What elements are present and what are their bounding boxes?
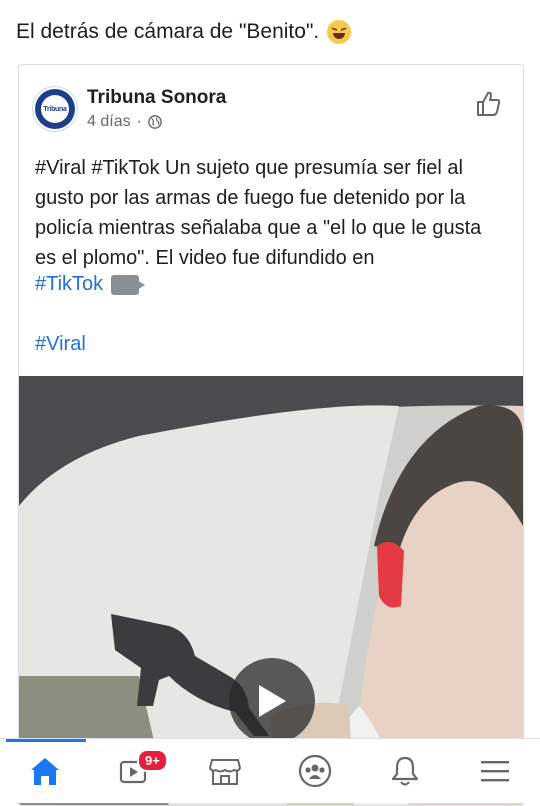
shared-post-card[interactable]: Tribuna Tribuna Sonora 4 días · #Viral #… [18, 64, 524, 806]
nav-video[interactable]: 9+ [105, 739, 168, 803]
bottom-navigation: 9+ [0, 738, 540, 803]
page-name-link[interactable]: Tribuna Sonora [87, 87, 226, 109]
play-icon [259, 685, 286, 717]
viral-tag-line: #Viral [35, 333, 86, 356]
viral-hashtag-link[interactable]: #Viral [35, 333, 86, 356]
like-icon[interactable] [473, 89, 503, 119]
marketplace-icon [208, 759, 242, 785]
post-timestamp[interactable]: 4 días [87, 113, 131, 131]
video-notification-badge: 9+ [137, 749, 168, 772]
menu-icon [481, 761, 509, 782]
nav-groups[interactable] [285, 739, 345, 803]
nav-home[interactable] [15, 739, 75, 803]
nav-marketplace[interactable] [195, 739, 255, 803]
grinning-squinting-face-icon [327, 20, 352, 44]
caption-text: El detrás de cámara de "Benito". [16, 20, 320, 43]
tiktok-hashtag-link[interactable]: #TikTok [35, 273, 103, 296]
meta-separator: · [136, 113, 142, 130]
post-meta: 4 días · [87, 113, 226, 131]
post-body-text: #Viral #TikTok Un sujeto que presumía se… [35, 157, 482, 269]
bell-icon [391, 756, 419, 786]
nav-notifications[interactable] [375, 739, 435, 803]
page-avatar[interactable]: Tribuna [35, 89, 75, 129]
post-header: Tribuna Tribuna Sonora 4 días · [35, 87, 226, 131]
post-author-info: Tribuna Sonora 4 días · [87, 87, 226, 131]
play-button[interactable] [229, 658, 315, 744]
groups-icon [298, 754, 332, 788]
post-caption: El detrás de cámara de "Benito". [16, 20, 352, 44]
avatar-logo-text: Tribuna [41, 95, 69, 123]
home-icon [31, 758, 59, 785]
tiktok-tag-line: #TikTok [35, 273, 146, 296]
movie-camera-icon [111, 274, 146, 295]
nav-menu[interactable] [465, 739, 525, 803]
globe-icon [148, 115, 162, 129]
